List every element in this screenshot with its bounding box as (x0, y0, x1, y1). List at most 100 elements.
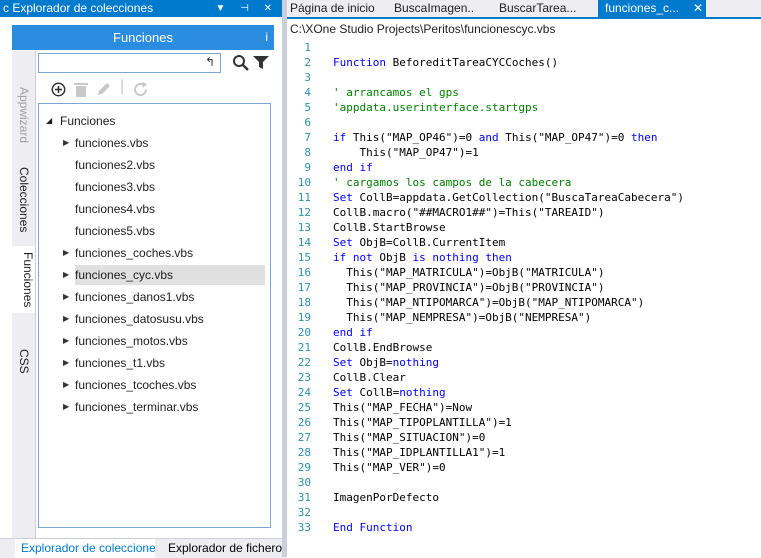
tab-buscaimagen[interactable]: BuscaImagen... (394, 0, 474, 17)
code-line[interactable]: End Function (333, 521, 412, 534)
code-line[interactable]: 'appdata.userinterface.startgps (333, 101, 538, 114)
tree-item-label: funciones_datosusu.vbs (75, 312, 204, 326)
code-line[interactable]: CollB.EndBrowse (333, 341, 432, 354)
tree-item[interactable]: funciones4.vbs (75, 199, 155, 219)
code-line[interactable]: Set CollB=nothing (333, 386, 446, 399)
functions-header: Funciones i (12, 25, 274, 50)
code-line[interactable]: CollB.StartBrowse (333, 221, 446, 234)
refresh-icon[interactable] (133, 82, 149, 97)
tree-item[interactable]: ▶ funciones_tcoches.vbs (63, 375, 197, 395)
expand-arrow-icon[interactable]: ▶ (63, 243, 69, 263)
code-line[interactable]: Set CollB=appdata.GetCollection("BuscaTa… (333, 191, 684, 204)
tab-colecciones[interactable]: Colecciones (17, 167, 31, 232)
expand-arrow-icon[interactable]: ▶ (63, 265, 69, 285)
tree-item-label: funciones3.vbs (75, 180, 156, 194)
code-line[interactable]: Set ObjB=nothing (333, 356, 439, 369)
separator: | (120, 78, 125, 95)
close-tab-icon[interactable]: ✕ (693, 0, 703, 17)
tree-item[interactable]: ▶ funciones_cyc.vbs (63, 265, 265, 285)
code-line[interactable]: ImagenPorDefecto (333, 491, 439, 504)
search-icon[interactable] (232, 54, 250, 72)
code-line[interactable]: end if (333, 326, 373, 339)
tree-item-label: funciones_tcoches.vbs (75, 378, 197, 392)
functions-header-title: Funciones (113, 30, 173, 45)
line-number: 28 (297, 446, 311, 459)
code-line[interactable]: This("MAP_MATRICULA")=ObjB("MATRICULA") (333, 266, 604, 279)
tree-item[interactable]: ▶ funciones.vbs (63, 133, 149, 153)
tab-funciones-cyc-label: funciones_c... (605, 1, 680, 15)
clear-search-icon[interactable]: ↰ (205, 55, 215, 69)
panel-window-controls[interactable]: ▼ ⊣ ✕ (215, 0, 278, 17)
functions-tree: ◢ Funciones ▶ funciones.vbs funciones2.vbs… (38, 103, 271, 528)
tab-start-page[interactable]: Página de inicio (290, 0, 375, 17)
line-number: 19 (297, 311, 311, 324)
expand-arrow-icon[interactable]: ▶ (63, 331, 69, 351)
line-number: 3 (304, 71, 311, 84)
add-icon[interactable] (51, 82, 66, 97)
line-number: 8 (304, 146, 311, 159)
expand-arrow-icon[interactable]: ▶ (63, 353, 69, 373)
code-line[interactable]: This("MAP_NEMPRESA")=ObjB("NEMPRESA") (333, 311, 591, 324)
code-line[interactable]: CollB.Clear (333, 371, 406, 384)
code-line[interactable]: if This("MAP_OP46")=0 and This("MAP_OP47… (333, 131, 658, 144)
code-line[interactable]: This("MAP_PROVINCIA")=ObjB("PROVINCIA") (333, 281, 604, 294)
editor-tab-bar: Página de inicio BuscaImagen... BuscarTa… (287, 0, 761, 19)
code-line[interactable]: CollB.macro("##MACRO1##")=This("TAREAID"… (333, 206, 605, 219)
code-line[interactable]: ' cargamos los campos de la cabecera (333, 176, 571, 189)
tree-item-label: funciones_motos.vbs (75, 334, 188, 348)
search-input[interactable]: ↰ (38, 53, 221, 73)
expand-arrow-icon[interactable]: ▶ (63, 133, 69, 153)
code-line[interactable]: end if (333, 161, 373, 174)
tree-item[interactable]: ▶ funciones_danos1.vbs (63, 287, 194, 307)
code-line[interactable]: This("MAP_SITUACION")=0 (333, 431, 485, 444)
tab-funciones[interactable]: Funciones (12, 246, 35, 314)
filter-icon[interactable] (253, 56, 269, 70)
code-editor[interactable]: 1 2 Function BeforeditTareaCYCCoches() 3 4 ' … (287, 39, 761, 557)
tree-item[interactable]: funciones5.vbs (75, 221, 155, 241)
line-number: 24 (297, 386, 311, 399)
code-line[interactable]: This("MAP_OP47")=1 (333, 146, 478, 159)
bottom-tab-file-explorer[interactable]: Explorador de ficheros (168, 539, 282, 558)
tab-appwizard[interactable]: Appwizard (17, 87, 31, 143)
tree-item-label: funciones_terminar.vbs (75, 400, 199, 414)
code-line[interactable]: ' arrancamos el gps (333, 86, 459, 99)
line-number: 22 (297, 356, 311, 369)
line-number: 11 (297, 191, 311, 204)
edit-icon[interactable] (96, 82, 111, 97)
line-number: 23 (297, 371, 311, 384)
line-number: 6 (304, 116, 311, 129)
code-line[interactable]: Function BeforeditTareaCYCCoches() (333, 56, 558, 69)
tree-item-label: funciones.vbs (75, 136, 149, 150)
expand-arrow-icon[interactable]: ▶ (63, 397, 69, 417)
tree-item[interactable]: ▶ funciones_coches.vbs (63, 243, 193, 263)
tab-css[interactable]: CSS (17, 349, 31, 374)
expand-arrow-icon[interactable]: ▶ (63, 309, 69, 329)
code-line[interactable]: This("MAP_IDPLANTILLA1")=1 (333, 446, 505, 459)
code-line[interactable]: This("MAP_NTIPOMARCA")=ObjB("MAP_NTIPOMA… (333, 296, 644, 309)
code-line[interactable]: This("MAP_FECHA")=Now (333, 401, 472, 414)
tab-buscartarea[interactable]: BuscarTarea... (499, 0, 579, 17)
tree-item-label: funciones2.vbs (75, 158, 156, 172)
code-line[interactable]: This("MAP_VER")=0 (333, 461, 446, 474)
tree-item[interactable]: ▶ funciones_datosusu.vbs (63, 309, 204, 329)
code-line[interactable]: This("MAP_TIPOPLANTILLA")=1 (333, 416, 512, 429)
code-line[interactable]: Set ObjB=CollB.CurrentItem (333, 236, 505, 249)
tree-item[interactable]: ▶ funciones_t1.vbs (63, 353, 165, 373)
info-icon[interactable]: i (265, 25, 268, 50)
tree-item[interactable]: funciones3.vbs (75, 177, 155, 197)
line-number: 27 (297, 431, 311, 444)
line-number: 18 (297, 296, 311, 309)
bottom-tab-collections-explorer[interactable]: Explorador de coleccione (15, 539, 155, 558)
tree-root[interactable]: ◢ Funciones (46, 111, 115, 131)
vertical-tab-strip: Appwizard Colecciones Funciones CSS (12, 51, 36, 538)
tab-funciones-cyc[interactable]: funciones_c... ✕ (598, 0, 706, 17)
tree-item[interactable]: ▶ funciones_motos.vbs (63, 331, 188, 351)
code-line[interactable]: if not ObjB is nothing then (333, 251, 512, 264)
tree-item[interactable]: funciones2.vbs (75, 155, 155, 175)
expand-arrow-icon[interactable]: ▶ (63, 375, 69, 395)
panel-title: c Explorador de colecciones (3, 1, 154, 15)
expand-arrow-icon[interactable]: ▶ (63, 287, 69, 307)
tree-item[interactable]: ▶ funciones_terminar.vbs (63, 397, 199, 417)
collapse-arrow-icon[interactable]: ◢ (46, 111, 52, 131)
delete-icon[interactable] (74, 82, 88, 97)
